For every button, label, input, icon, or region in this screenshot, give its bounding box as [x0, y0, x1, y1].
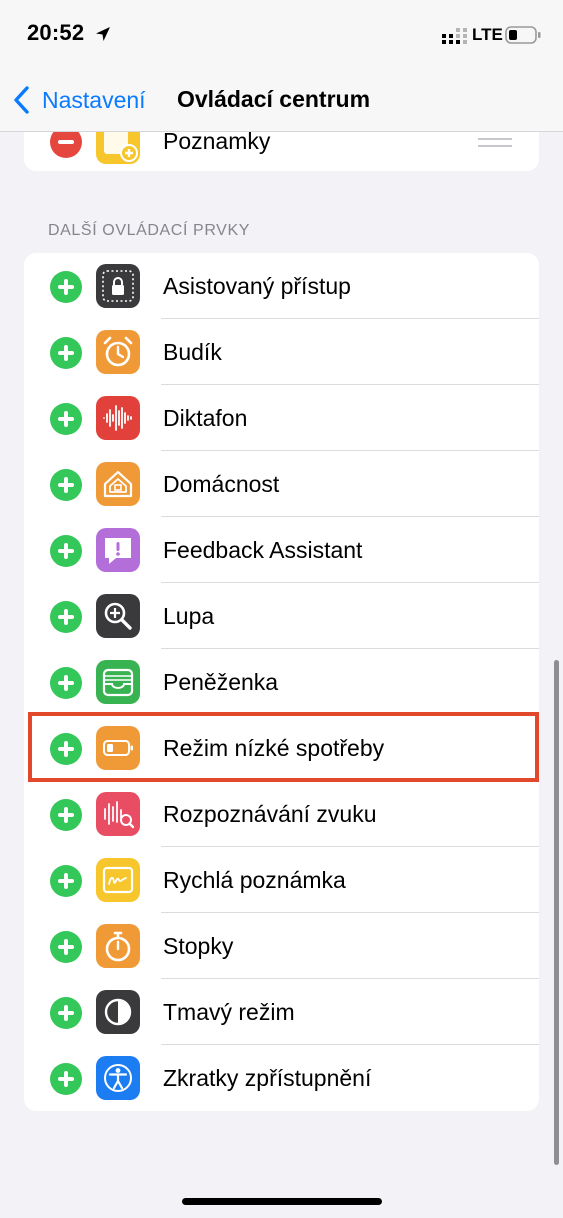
list-item-label: Rychlá poznámka — [163, 867, 346, 893]
list-item-quick-note[interactable]: Rychlá poznámka — [24, 847, 539, 913]
add-button[interactable] — [50, 403, 82, 435]
list-item-label: Domácnost — [163, 471, 280, 497]
status-bar: 20:52 LTE — [0, 0, 563, 70]
scrollbar[interactable] — [554, 660, 559, 1165]
list-item-wallet[interactable]: Peněženka — [24, 649, 539, 715]
page-title: Ovládací centrum — [177, 86, 371, 112]
list-item-voice-memos[interactable]: Diktafon — [24, 385, 539, 451]
cellular-signal-icon — [442, 28, 467, 44]
add-button[interactable] — [50, 799, 82, 831]
list-item-label: Asistovaný přístup — [163, 273, 351, 299]
wallet-icon — [96, 660, 140, 704]
list-item-stopwatch[interactable]: Stopky — [24, 913, 539, 979]
feedback-icon — [96, 528, 140, 572]
list-item-low-power-mode[interactable]: Režim nízké spotřeby — [24, 715, 539, 781]
list-item-label: Stopky — [163, 933, 234, 959]
back-button[interactable]: Nastavení — [12, 84, 146, 116]
add-button[interactable] — [50, 667, 82, 699]
list-item-magnifier[interactable]: Lupa — [24, 583, 539, 649]
add-button[interactable] — [50, 997, 82, 1029]
add-button[interactable] — [50, 865, 82, 897]
list-item-label: Režim nízké spotřeby — [163, 735, 385, 761]
home-indicator[interactable] — [182, 1198, 382, 1205]
back-label: Nastavení — [42, 86, 146, 113]
guided-access-icon — [96, 264, 140, 308]
dark-mode-icon — [96, 990, 140, 1034]
add-button[interactable] — [50, 601, 82, 633]
list-item-label: Zkratky zpřístupnění — [163, 1065, 372, 1091]
quick-note-icon — [96, 858, 140, 902]
network-type: LTE — [472, 25, 503, 44]
list-item-alarm[interactable]: Budík — [24, 319, 539, 385]
list-item-guided-access[interactable]: Asistovaný přístup — [24, 253, 539, 319]
low-power-icon — [96, 726, 140, 770]
list-item-label: Diktafon — [163, 405, 248, 431]
voice-memos-icon — [96, 396, 140, 440]
status-time: 20:52 — [27, 20, 85, 45]
magnifier-icon — [96, 594, 140, 638]
list-item-feedback-assistant[interactable]: Feedback Assistant — [24, 517, 539, 583]
add-button[interactable] — [50, 733, 82, 765]
add-button[interactable] — [50, 535, 82, 567]
chevron-left-icon — [14, 86, 29, 114]
sound-recognition-icon — [96, 792, 140, 836]
add-button[interactable] — [50, 931, 82, 963]
list-item-label: Rozpoznávání zvuku — [163, 801, 377, 827]
list-item-dark-mode[interactable]: Tmavý režim — [24, 979, 539, 1045]
list-item-home[interactable]: Domácnost — [24, 451, 539, 517]
list-item-accessibility-shortcut[interactable]: Zkratky zpřístupnění — [24, 1045, 539, 1111]
add-button[interactable] — [50, 337, 82, 369]
list-item-label: Peněženka — [163, 669, 279, 695]
add-button[interactable] — [50, 1063, 82, 1095]
home-icon — [96, 462, 140, 506]
list-item-sound-recognition[interactable]: Rozpoznávání zvuku — [24, 781, 539, 847]
add-button[interactable] — [50, 469, 82, 501]
alarm-clock-icon — [96, 330, 140, 374]
list-item-label: Lupa — [163, 603, 215, 629]
accessibility-icon — [96, 1056, 140, 1100]
add-button[interactable] — [50, 271, 82, 303]
section-header: DALŠÍ OVLÁDACÍ PRVKY — [48, 222, 250, 239]
list-item-label: Poznamky — [163, 128, 271, 154]
battery-icon — [505, 26, 541, 44]
list-item-label: Feedback Assistant — [163, 537, 363, 563]
list-item-label: Budík — [163, 339, 222, 365]
list-item-label: Tmavý režim — [163, 999, 295, 1025]
navigation-bar: Nastavení Ovládací centrum — [0, 70, 563, 132]
stopwatch-icon — [96, 924, 140, 968]
more-controls-list: Asistovaný přístup Budík Diktafon Domácn… — [24, 253, 539, 1111]
reorder-handle-icon[interactable] — [478, 138, 512, 150]
location-arrow-icon — [96, 27, 110, 41]
